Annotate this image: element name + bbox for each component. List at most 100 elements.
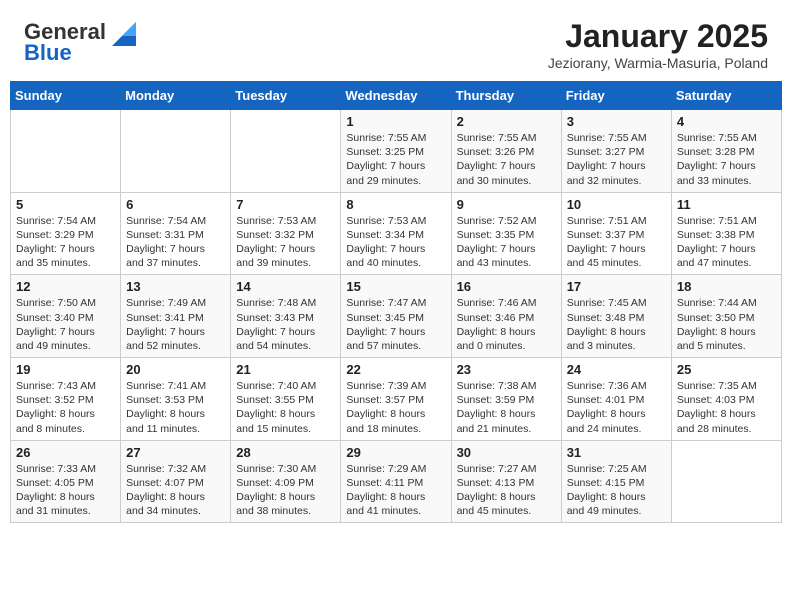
- calendar-day-12: 12 Sunrise: 7:50 AM Sunset: 3:40 PM Dayli…: [11, 275, 121, 358]
- day-info: Sunrise: 7:53 AM Sunset: 3:32 PM Dayligh…: [236, 214, 335, 271]
- calendar-day-24: 24Sunrise: 7:36 AM Sunset: 4:01 PM Dayli…: [561, 358, 671, 441]
- day-info: Sunrise: 7:25 AM Sunset: 4:15 PM Dayligh…: [567, 462, 666, 519]
- day-number: 20: [126, 362, 225, 377]
- calendar-empty-cell: [671, 440, 781, 523]
- day-number: 19: [16, 362, 115, 377]
- day-number: 9: [457, 197, 556, 212]
- title-block: January 2025 Jeziorany, Warmia-Masuria, …: [548, 18, 768, 71]
- calendar-empty-cell: [231, 110, 341, 193]
- day-info: Sunrise: 7:33 AM Sunset: 4:05 PM Dayligh…: [16, 462, 115, 519]
- calendar-day-2: 2 Sunrise: 7:55 AM Sunset: 3:26 PM Daylig…: [451, 110, 561, 193]
- calendar-day-16: 16Sunrise: 7:46 AM Sunset: 3:46 PM Dayli…: [451, 275, 561, 358]
- page-header: General Blue January 2025 Jeziorany, War…: [0, 0, 792, 81]
- day-info: Sunrise: 7:48 AM Sunset: 3:43 PM Dayligh…: [236, 296, 335, 353]
- calendar-title: January 2025: [548, 18, 768, 55]
- day-info: Sunrise: 7:39 AM Sunset: 3:57 PM Dayligh…: [346, 379, 445, 436]
- day-info: Sunrise: 7:38 AM Sunset: 3:59 PM Dayligh…: [457, 379, 556, 436]
- calendar-day-14: 14 Sunrise: 7:48 AM Sunset: 3:43 PM Dayli…: [231, 275, 341, 358]
- day-info: Sunrise: 7:52 AM Sunset: 3:35 PM Dayligh…: [457, 214, 556, 271]
- day-info: Sunrise: 7:49 AM Sunset: 3:41 PM Dayligh…: [126, 296, 225, 353]
- weekday-header-row: SundayMondayTuesdayWednesdayThursdayFrid…: [11, 82, 782, 110]
- day-info: Sunrise: 7:41 AM Sunset: 3:53 PM Dayligh…: [126, 379, 225, 436]
- calendar-subtitle: Jeziorany, Warmia-Masuria, Poland: [548, 55, 768, 71]
- day-number: 24: [567, 362, 666, 377]
- day-number: 15: [346, 279, 445, 294]
- day-info: Sunrise: 7:27 AM Sunset: 4:13 PM Dayligh…: [457, 462, 556, 519]
- logo-blue-text: Blue: [24, 40, 72, 65]
- weekday-header-tuesday: Tuesday: [231, 82, 341, 110]
- calendar-day-8: 8 Sunrise: 7:53 AM Sunset: 3:34 PM Daylig…: [341, 192, 451, 275]
- day-number: 6: [126, 197, 225, 212]
- calendar-day-18: 18 Sunrise: 7:44 AM Sunset: 3:50 PM Dayli…: [671, 275, 781, 358]
- day-number: 12: [16, 279, 115, 294]
- calendar-day-3: 3 Sunrise: 7:55 AM Sunset: 3:27 PM Daylig…: [561, 110, 671, 193]
- calendar-day-27: 27Sunrise: 7:32 AM Sunset: 4:07 PM Dayli…: [121, 440, 231, 523]
- calendar-day-19: 19 Sunrise: 7:43 AM Sunset: 3:52 PM Dayli…: [11, 358, 121, 441]
- calendar-day-20: 20 Sunrise: 7:41 AM Sunset: 3:53 PM Dayli…: [121, 358, 231, 441]
- calendar-week-row: 19 Sunrise: 7:43 AM Sunset: 3:52 PM Dayli…: [11, 358, 782, 441]
- calendar-week-row: 26 Sunrise: 7:33 AM Sunset: 4:05 PM Dayli…: [11, 440, 782, 523]
- day-number: 30: [457, 445, 556, 460]
- day-number: 2: [457, 114, 556, 129]
- calendar-day-15: 15Sunrise: 7:47 AM Sunset: 3:45 PM Dayli…: [341, 275, 451, 358]
- day-info: Sunrise: 7:50 AM Sunset: 3:40 PM Dayligh…: [16, 296, 115, 353]
- day-number: 5: [16, 197, 115, 212]
- day-info: Sunrise: 7:55 AM Sunset: 3:25 PM Dayligh…: [346, 131, 445, 188]
- day-info: Sunrise: 7:55 AM Sunset: 3:28 PM Dayligh…: [677, 131, 776, 188]
- day-info: Sunrise: 7:29 AM Sunset: 4:11 PM Dayligh…: [346, 462, 445, 519]
- day-info: Sunrise: 7:45 AM Sunset: 3:48 PM Dayligh…: [567, 296, 666, 353]
- day-number: 1: [346, 114, 445, 129]
- day-info: Sunrise: 7:30 AM Sunset: 4:09 PM Dayligh…: [236, 462, 335, 519]
- weekday-header-friday: Friday: [561, 82, 671, 110]
- day-number: 22: [346, 362, 445, 377]
- day-number: 31: [567, 445, 666, 460]
- day-number: 18: [677, 279, 776, 294]
- day-number: 25: [677, 362, 776, 377]
- calendar-day-26: 26 Sunrise: 7:33 AM Sunset: 4:05 PM Dayli…: [11, 440, 121, 523]
- day-info: Sunrise: 7:55 AM Sunset: 3:26 PM Dayligh…: [457, 131, 556, 188]
- calendar-day-21: 21Sunrise: 7:40 AM Sunset: 3:55 PM Dayli…: [231, 358, 341, 441]
- calendar-week-row: 12 Sunrise: 7:50 AM Sunset: 3:40 PM Dayli…: [11, 275, 782, 358]
- day-number: 8: [346, 197, 445, 212]
- weekday-header-monday: Monday: [121, 82, 231, 110]
- day-number: 14: [236, 279, 335, 294]
- calendar-day-30: 30 Sunrise: 7:27 AM Sunset: 4:13 PM Dayli…: [451, 440, 561, 523]
- day-info: Sunrise: 7:53 AM Sunset: 3:34 PM Dayligh…: [346, 214, 445, 271]
- day-number: 28: [236, 445, 335, 460]
- calendar-day-10: 10Sunrise: 7:51 AM Sunset: 3:37 PM Dayli…: [561, 192, 671, 275]
- calendar-day-4: 4Sunrise: 7:55 AM Sunset: 3:28 PM Daylig…: [671, 110, 781, 193]
- day-number: 21: [236, 362, 335, 377]
- weekday-header-wednesday: Wednesday: [341, 82, 451, 110]
- logo-icon: [108, 18, 140, 46]
- day-info: Sunrise: 7:43 AM Sunset: 3:52 PM Dayligh…: [16, 379, 115, 436]
- calendar-day-17: 17 Sunrise: 7:45 AM Sunset: 3:48 PM Dayli…: [561, 275, 671, 358]
- calendar-day-13: 13 Sunrise: 7:49 AM Sunset: 3:41 PM Dayli…: [121, 275, 231, 358]
- calendar-day-7: 7Sunrise: 7:53 AM Sunset: 3:32 PM Daylig…: [231, 192, 341, 275]
- day-info: Sunrise: 7:51 AM Sunset: 3:37 PM Dayligh…: [567, 214, 666, 271]
- day-number: 13: [126, 279, 225, 294]
- weekday-header-thursday: Thursday: [451, 82, 561, 110]
- calendar-empty-cell: [11, 110, 121, 193]
- calendar-day-11: 11 Sunrise: 7:51 AM Sunset: 3:38 PM Dayli…: [671, 192, 781, 275]
- calendar-day-9: 9 Sunrise: 7:52 AM Sunset: 3:35 PM Daylig…: [451, 192, 561, 275]
- day-number: 17: [567, 279, 666, 294]
- calendar-day-31: 31 Sunrise: 7:25 AM Sunset: 4:15 PM Dayli…: [561, 440, 671, 523]
- calendar-day-25: 25 Sunrise: 7:35 AM Sunset: 4:03 PM Dayli…: [671, 358, 781, 441]
- calendar-table: SundayMondayTuesdayWednesdayThursdayFrid…: [10, 81, 782, 523]
- calendar-day-28: 28 Sunrise: 7:30 AM Sunset: 4:09 PM Dayli…: [231, 440, 341, 523]
- day-number: 11: [677, 197, 776, 212]
- day-number: 27: [126, 445, 225, 460]
- day-info: Sunrise: 7:44 AM Sunset: 3:50 PM Dayligh…: [677, 296, 776, 353]
- calendar-week-row: 1 Sunrise: 7:55 AM Sunset: 3:25 PM Daylig…: [11, 110, 782, 193]
- day-number: 3: [567, 114, 666, 129]
- day-info: Sunrise: 7:51 AM Sunset: 3:38 PM Dayligh…: [677, 214, 776, 271]
- calendar-day-29: 29 Sunrise: 7:29 AM Sunset: 4:11 PM Dayli…: [341, 440, 451, 523]
- calendar-day-22: 22 Sunrise: 7:39 AM Sunset: 3:57 PM Dayli…: [341, 358, 451, 441]
- day-info: Sunrise: 7:55 AM Sunset: 3:27 PM Dayligh…: [567, 131, 666, 188]
- day-number: 16: [457, 279, 556, 294]
- day-number: 29: [346, 445, 445, 460]
- calendar-day-1: 1 Sunrise: 7:55 AM Sunset: 3:25 PM Daylig…: [341, 110, 451, 193]
- day-info: Sunrise: 7:35 AM Sunset: 4:03 PM Dayligh…: [677, 379, 776, 436]
- day-number: 26: [16, 445, 115, 460]
- calendar-day-23: 23Sunrise: 7:38 AM Sunset: 3:59 PM Dayli…: [451, 358, 561, 441]
